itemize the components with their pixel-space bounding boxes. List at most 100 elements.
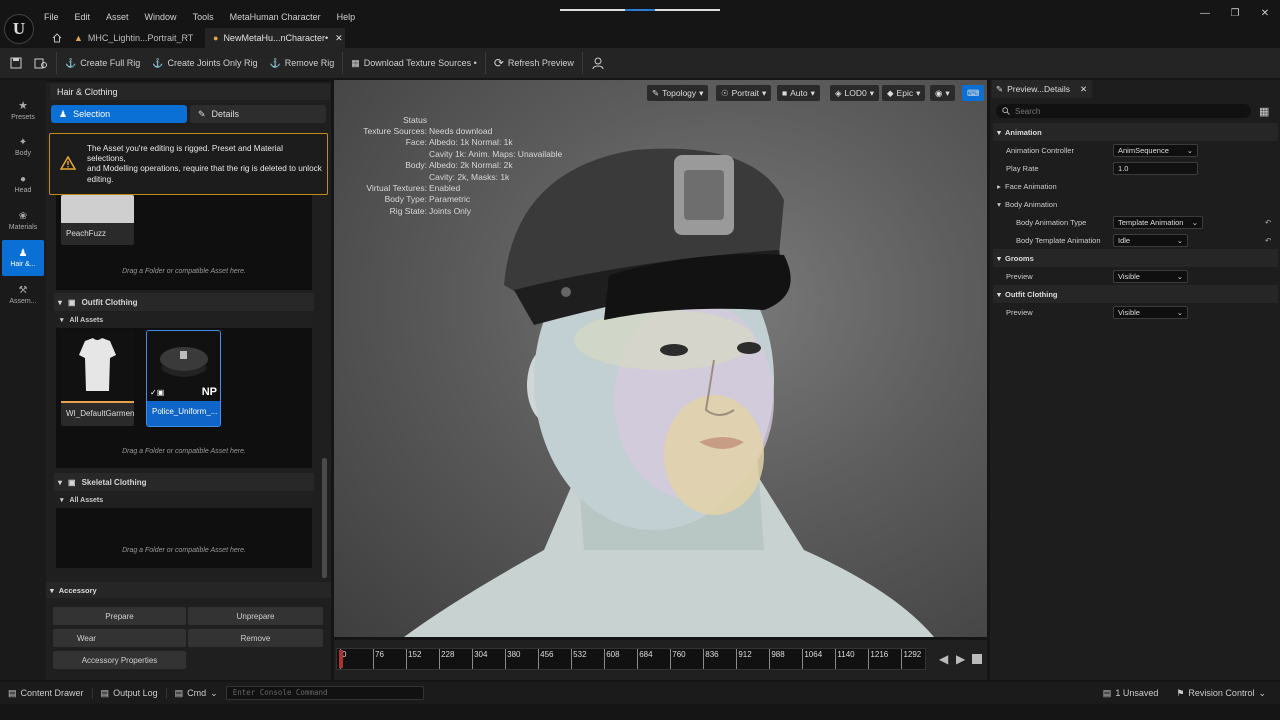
sidebar-item-materials[interactable]: ❀ Materials bbox=[2, 203, 44, 239]
unprepare-button[interactable]: Unprepare bbox=[188, 607, 323, 625]
body-template-animation-dropdown[interactable]: Idle ⌄ bbox=[1113, 233, 1188, 247]
accessory-properties-button[interactable]: Accessory Properties bbox=[53, 651, 186, 669]
checker-icon: ▦ bbox=[351, 57, 360, 68]
skeletal-all-assets[interactable]: ▾ All Assets bbox=[56, 492, 312, 508]
skeletal-clothing-section[interactable]: ▾ ▣ Skeletal Clothing bbox=[54, 473, 314, 491]
menu-tools[interactable]: Tools bbox=[185, 8, 222, 26]
outfit-all-assets[interactable]: ▾ All Assets bbox=[56, 312, 312, 328]
unreal-logo[interactable]: U bbox=[4, 14, 34, 44]
grooms-preview-dropdown[interactable]: Visible ⌄ bbox=[1113, 269, 1188, 283]
sidebar-item-presets[interactable]: ★ Presets bbox=[2, 92, 44, 128]
status-heading: Status bbox=[403, 115, 428, 125]
sidebar-item-label: Body bbox=[15, 150, 31, 157]
remove-button[interactable]: Remove bbox=[188, 629, 323, 647]
collapse-arrow-icon: ▾ bbox=[60, 497, 64, 504]
portrait-dropdown[interactable]: ☉ Portrait ▾ bbox=[716, 85, 772, 101]
output-log-button[interactable]: ▤ Output Log bbox=[91, 687, 166, 699]
skeletal-drop-zone[interactable] bbox=[56, 508, 312, 568]
minimize-icon[interactable]: — bbox=[1190, 8, 1220, 19]
status-row: Rig State: Joints Only bbox=[340, 206, 580, 217]
menu-window[interactable]: Window bbox=[137, 8, 185, 26]
tab-preview-details[interactable]: ✎ Preview...Details ✕ bbox=[992, 80, 1092, 98]
menu-metahuman-character[interactable]: MetaHuman Character bbox=[222, 8, 329, 26]
status-key: Body: bbox=[405, 160, 427, 171]
cmd-dropdown[interactable]: ▤ Cmd ⌄ bbox=[165, 687, 226, 699]
search-input[interactable]: Search bbox=[996, 104, 1251, 118]
face-animation-row[interactable]: ▸ Face Animation bbox=[993, 177, 1278, 195]
reset-arrow-icon[interactable]: ↶ bbox=[1265, 236, 1271, 245]
details-tab-icon: ✎ bbox=[996, 83, 1004, 94]
create-full-rig-button[interactable]: ⚓ Create Full Rig bbox=[59, 48, 146, 78]
menu-help[interactable]: Help bbox=[329, 8, 364, 26]
view-options-dropdown[interactable]: ◉ ▾ bbox=[930, 85, 955, 101]
star-icon: ★ bbox=[18, 100, 28, 112]
tab-lighting-portrait[interactable]: ▲ MHC_Lightin...Portrait_RT bbox=[66, 28, 201, 48]
panel-scrollbar[interactable] bbox=[322, 458, 327, 578]
status-value: Cavity 1k: Anim. Maps: Unavailable bbox=[429, 148, 563, 159]
wear-button[interactable]: Wear bbox=[53, 629, 186, 647]
menu-file[interactable]: File bbox=[36, 8, 67, 26]
menu-asset[interactable]: Asset bbox=[98, 8, 137, 26]
unsaved-button[interactable]: ▤ 1 Unsaved bbox=[1093, 688, 1169, 699]
outfit-preview-dropdown[interactable]: Visible ⌄ bbox=[1113, 305, 1188, 319]
save-button[interactable] bbox=[0, 48, 28, 78]
browse-button[interactable] bbox=[28, 48, 54, 78]
download-texture-sources-button[interactable]: ▦ Download Texture Sources • bbox=[345, 48, 483, 78]
topology-dropdown[interactable]: ✎ Topology ▾ bbox=[647, 85, 709, 101]
accessory-section[interactable]: ▾ Accessory bbox=[46, 582, 331, 598]
settings-grid-icon[interactable]: ▦ bbox=[1259, 105, 1269, 118]
body-animation-row[interactable]: ▾ Body Animation bbox=[993, 195, 1278, 213]
timeline-tick-label: 912 bbox=[738, 650, 752, 659]
revision-control-button[interactable]: ⚑ Revision Control ⌄ bbox=[1168, 688, 1280, 699]
remove-rig-button[interactable]: ⚓ Remove Rig bbox=[264, 48, 341, 78]
close-icon[interactable]: ✕ bbox=[1250, 8, 1280, 19]
play-icon[interactable]: ▶ bbox=[956, 652, 965, 666]
keyboard-toggle[interactable]: ⌨ bbox=[962, 85, 985, 101]
tshirt-icon bbox=[79, 338, 116, 391]
play-rate-input[interactable]: 1.0 bbox=[1113, 161, 1198, 175]
grooms-section[interactable]: ▾ Grooms bbox=[993, 249, 1278, 267]
lod-dropdown[interactable]: ◈ LOD0 ▾ bbox=[830, 85, 880, 101]
body-animation-type-dropdown[interactable]: Template Animation ⌄ bbox=[1113, 215, 1203, 229]
outfit-badge-icon: ✓▣ bbox=[150, 388, 165, 397]
restore-icon[interactable]: ❐ bbox=[1220, 8, 1250, 19]
camera-auto-dropdown[interactable]: ■ Auto ▾ bbox=[777, 85, 820, 101]
quality-dropdown[interactable]: ◆ Epic ▾ bbox=[882, 85, 926, 101]
asset-tile-police-uniform[interactable]: ✓▣ NP Police_Uniform_... bbox=[146, 330, 221, 427]
animation-section[interactable]: ▾ Animation bbox=[993, 123, 1278, 141]
asset-tile-default-garment[interactable]: WI_DefaultGarment bbox=[61, 331, 134, 426]
outfit-clothing-details-section[interactable]: ▾ Outfit Clothing bbox=[993, 285, 1278, 303]
timeline-track[interactable]: 0 76 152 228 304 380 456 532 608 684 760 836 912 988 1… bbox=[336, 648, 926, 670]
sidebar-item-assembly[interactable]: ⚒ Assem... bbox=[2, 277, 44, 313]
asset-tile-peachfuzz[interactable]: PeachFuzz bbox=[61, 195, 134, 245]
status-row: Texture Sources: Needs download bbox=[340, 126, 580, 137]
chevron-down-icon: ▾ bbox=[916, 87, 921, 98]
chevron-down-icon: ▾ bbox=[945, 87, 950, 98]
sidebar-item-label: Presets bbox=[11, 114, 35, 121]
metahuman-asset-icon: ● bbox=[213, 33, 219, 43]
user-button[interactable] bbox=[585, 48, 611, 78]
refresh-preview-button[interactable]: ⟳ Refresh Preview bbox=[488, 48, 580, 78]
selection-tab[interactable]: ♟ Selection bbox=[51, 105, 187, 123]
menu-edit[interactable]: Edit bbox=[67, 8, 99, 26]
tab-close-icon[interactable]: ✕ bbox=[335, 33, 343, 44]
animation-controller-dropdown[interactable]: AnimSequence ⌄ bbox=[1113, 143, 1198, 157]
download-texture-sources-label: Download Texture Sources • bbox=[363, 58, 477, 68]
content-drawer-button[interactable]: ▤ Content Drawer bbox=[0, 688, 92, 699]
stop-icon[interactable] bbox=[972, 654, 982, 664]
play-reverse-icon[interactable]: ◀ bbox=[939, 652, 948, 666]
console-input[interactable]: Enter Console Command bbox=[225, 686, 424, 700]
prepare-button[interactable]: Prepare bbox=[53, 607, 186, 625]
timeline-tick-label: 1140 bbox=[837, 650, 855, 659]
tab-metahuman-character[interactable]: ● NewMetaHu...nCharacter• ✕ bbox=[205, 28, 345, 48]
sidebar-item-head[interactable]: ● Head bbox=[2, 166, 44, 202]
reset-arrow-icon[interactable]: ↶ bbox=[1265, 218, 1271, 227]
tab-close-icon[interactable]: ✕ bbox=[1080, 84, 1087, 95]
sidebar-item-body[interactable]: ✦ Body bbox=[2, 129, 44, 165]
sidebar-item-hair-clothing[interactable]: ♟ Hair &... bbox=[2, 240, 44, 276]
details-tab[interactable]: ✎ Details bbox=[190, 105, 326, 123]
timeline-playhead[interactable] bbox=[339, 650, 343, 668]
outfit-clothing-section[interactable]: ▾ ▣ Outfit Clothing bbox=[54, 293, 314, 311]
create-joints-only-rig-button[interactable]: ⚓ Create Joints Only Rig bbox=[146, 48, 263, 78]
pencil-icon: ✎ bbox=[198, 108, 206, 119]
